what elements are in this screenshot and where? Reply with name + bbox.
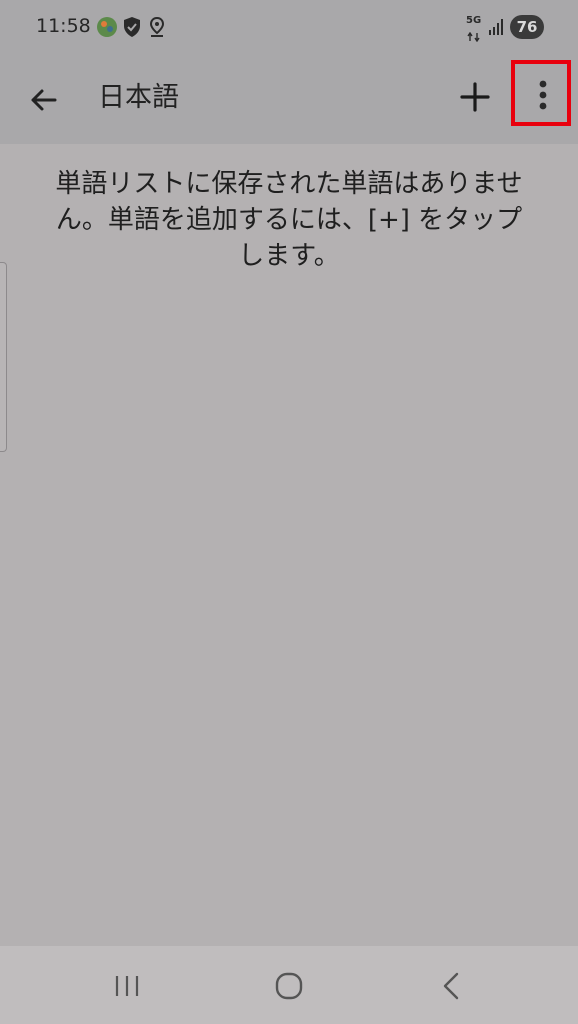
data-arrows-icon <box>467 27 481 46</box>
plus-icon <box>460 82 490 112</box>
battery-indicator: 76 <box>510 15 544 39</box>
recents-button[interactable] <box>107 966 147 1006</box>
network-type: 5G <box>466 15 482 26</box>
home-button[interactable] <box>269 966 309 1006</box>
back-icon <box>443 972 459 1000</box>
app-notification-icon <box>96 16 118 42</box>
edge-panel-handle[interactable] <box>0 262 7 452</box>
back-button[interactable] <box>22 78 66 122</box>
arrow-left-icon <box>31 89 57 111</box>
empty-message-line: します。 <box>238 241 340 271</box>
home-icon <box>275 972 303 1000</box>
navigation-bar <box>0 946 578 1024</box>
more-vert-icon <box>539 80 547 110</box>
status-time: 11:58 <box>36 15 91 37</box>
empty-message-line: ん。単語を追加するには、[+] をタップ <box>55 205 523 235</box>
recents-icon <box>115 976 139 996</box>
empty-list-message: 単語リストに保存された単語はありませ ん。単語を追加するには、[+] をタップ … <box>10 166 568 274</box>
shield-icon <box>122 16 142 42</box>
status-bar: 11:58 5G 76 <box>0 0 578 58</box>
nav-back-button[interactable] <box>432 966 472 1006</box>
screen: 11:58 5G 76 日本語 単語リストに保存された単語はありませ ん。単語を… <box>0 0 578 1024</box>
location-icon <box>148 16 166 42</box>
signal-icon <box>488 18 504 40</box>
empty-message-line: 単語リストに保存された単語はありませ <box>55 169 523 199</box>
page-title: 日本語 <box>98 82 179 113</box>
more-options-button[interactable] <box>511 60 571 126</box>
add-word-button[interactable] <box>452 74 498 120</box>
app-bar: 日本語 <box>0 58 578 144</box>
